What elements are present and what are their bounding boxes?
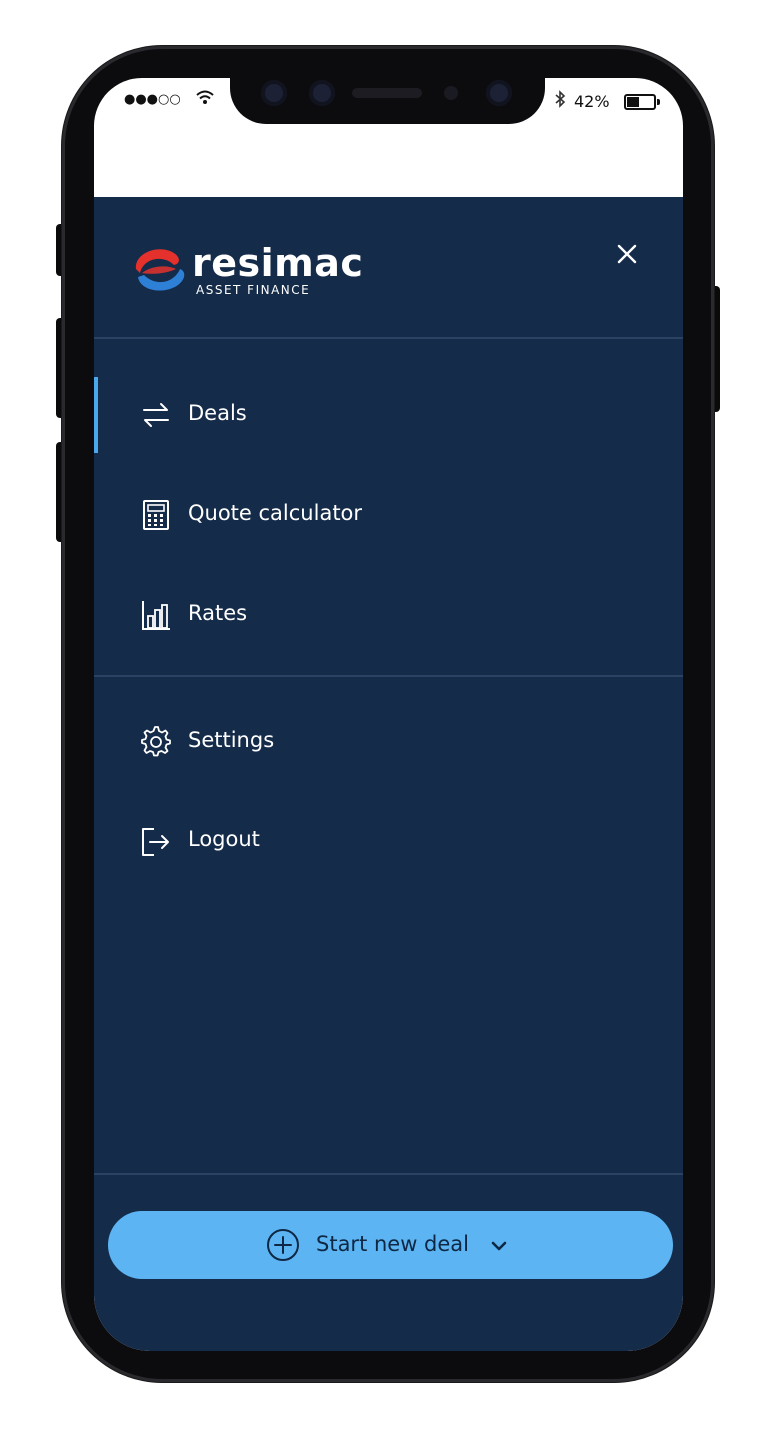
active-indicator	[94, 377, 98, 453]
front-camera-secondary	[486, 80, 512, 106]
proximity-sensor	[444, 86, 458, 100]
close-icon[interactable]	[609, 239, 645, 275]
menu-item-quote-calculator[interactable]: Quote calculator	[94, 485, 683, 545]
menu-item-logout[interactable]: Logout	[94, 811, 683, 871]
menu-item-label: Rates	[188, 601, 248, 625]
swap-arrows-icon	[143, 403, 169, 427]
menu-item-rates[interactable]: Rates	[94, 585, 683, 645]
phone-screen: ●●●○○ 42% resimac ASSET FINANCE Deals Qu…	[94, 78, 683, 1351]
notch	[230, 78, 545, 124]
menu-item-label: Logout	[188, 827, 260, 851]
menu-item-settings[interactable]: Settings	[94, 712, 683, 772]
logo-subtitle: ASSET FINANCE	[196, 283, 311, 297]
logo-wordmark: resimac	[192, 241, 364, 285]
menu-item-label: Deals	[188, 401, 247, 425]
battery-percent: 42%	[574, 92, 610, 111]
signal-strength: ●●●○○	[124, 92, 181, 107]
front-camera	[261, 80, 287, 106]
start-new-deal-label: Start new deal	[316, 1232, 470, 1256]
wifi-icon	[196, 90, 214, 110]
logout-icon	[142, 828, 169, 856]
battery-icon	[624, 94, 660, 110]
menu-item-label: Quote calculator	[188, 501, 363, 525]
bar-chart-icon	[142, 601, 170, 630]
divider	[94, 675, 683, 677]
front-sensor	[309, 80, 335, 106]
start-new-deal-button[interactable]: Start new deal	[108, 1211, 673, 1279]
divider	[94, 337, 683, 339]
menu-item-deals[interactable]: Deals	[94, 377, 683, 453]
navigation-drawer: resimac ASSET FINANCE Deals Quote calcul…	[94, 197, 683, 1351]
divider	[94, 1173, 683, 1175]
menu-item-label: Settings	[188, 728, 275, 752]
logo-mark-icon	[135, 249, 185, 291]
bluetooth-icon	[554, 90, 566, 112]
calculator-icon	[143, 500, 169, 530]
earpiece-speaker	[352, 88, 422, 98]
chevron-down-icon[interactable]	[488, 1235, 510, 1257]
plus-circle-icon	[267, 1229, 299, 1261]
resimac-logo: resimac ASSET FINANCE	[130, 241, 380, 303]
gear-icon	[141, 726, 171, 757]
